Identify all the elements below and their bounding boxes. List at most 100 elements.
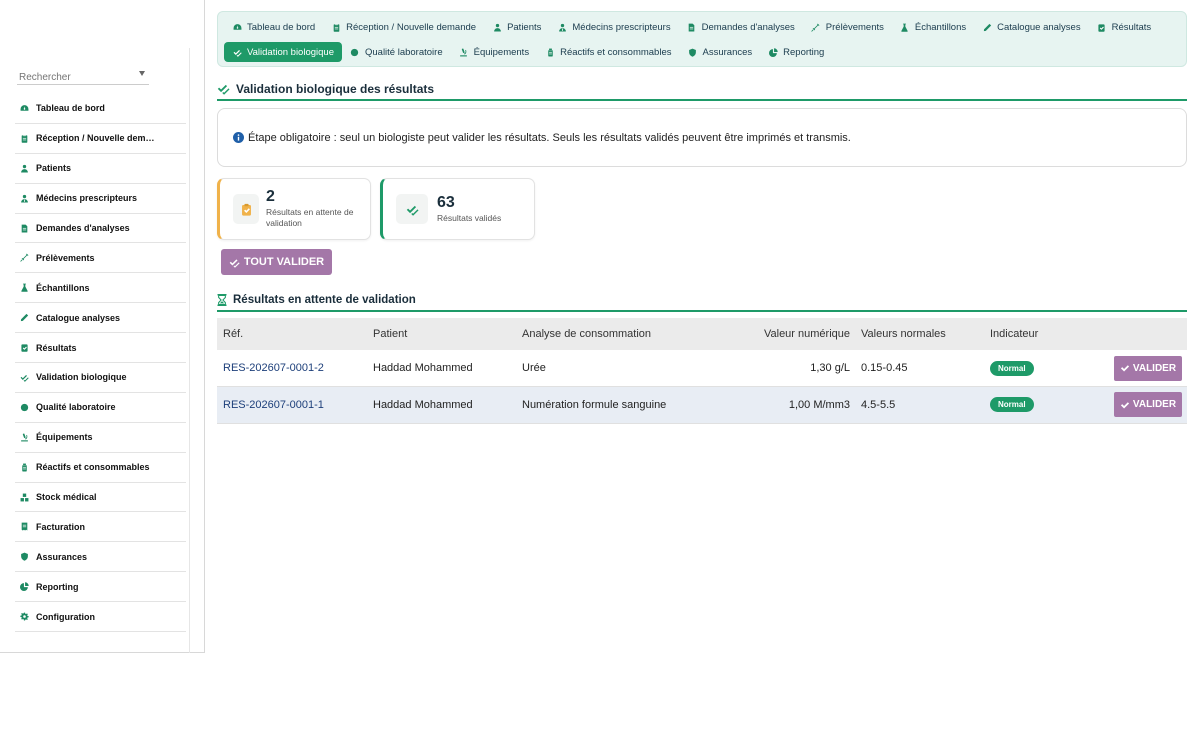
shield-icon bbox=[19, 551, 30, 562]
nav-tab-validation-biologique[interactable]: Validation biologique bbox=[224, 42, 342, 62]
user-icon bbox=[19, 163, 30, 174]
nav-tab-patients[interactable]: Patients bbox=[484, 17, 549, 37]
analyse-cell: Numération formule sanguine bbox=[516, 386, 716, 424]
top-nav-row-1: Tableau de bord Réception / Nouvelle dema… bbox=[224, 16, 1159, 38]
nav-tab-label: Tableau de bord bbox=[247, 21, 316, 33]
nav-tab-label: Validation biologique bbox=[247, 46, 334, 58]
clipboard-check-icon bbox=[233, 194, 259, 224]
action-cell: VALIDER bbox=[1104, 386, 1187, 424]
nav-tab-prelevements[interactable]: Prélèvements bbox=[803, 17, 892, 37]
hourglass-icon bbox=[217, 294, 227, 306]
nav-tab-tableau-de-bord[interactable]: Tableau de bord bbox=[224, 17, 323, 37]
normales-cell: 4.5-5.5 bbox=[855, 386, 984, 424]
nav-tab-reactifs-et-consommables[interactable]: Réactifs et consommables bbox=[537, 42, 679, 62]
indicateur-cell: Normal bbox=[984, 350, 1104, 387]
sidebar-item-label: Configuration bbox=[36, 611, 95, 622]
check-double-icon bbox=[232, 47, 242, 57]
nav-tab-catalogue-analyses[interactable]: Catalogue analyses bbox=[974, 17, 1088, 37]
sidebar-item-reception-nouvelle-dem[interactable]: Réception / Nouvelle dem… bbox=[15, 124, 186, 154]
nav-tab-label: Demandes d'analyses bbox=[701, 21, 795, 33]
nav-tab-label: Prélèvements bbox=[825, 21, 884, 33]
file-icon bbox=[19, 223, 30, 234]
sidebar-item-catalogue-analyses[interactable]: Catalogue analyses bbox=[15, 303, 186, 334]
microscope-icon bbox=[459, 47, 469, 57]
sidebar-item-configuration[interactable]: Configuration bbox=[15, 602, 186, 633]
check-double-icon bbox=[396, 194, 428, 224]
invoice-icon bbox=[19, 521, 30, 532]
pie-chart-icon bbox=[768, 47, 778, 57]
nav-tab-assurances[interactable]: Assurances bbox=[680, 42, 761, 62]
pencil-icon bbox=[19, 312, 30, 323]
validate-row-button[interactable]: VALIDER bbox=[1114, 355, 1182, 381]
sidebar-item-label: Demandes d'analyses bbox=[36, 223, 130, 233]
sidebar-item-label: Résultats bbox=[36, 342, 77, 353]
nav-tab-label: Catalogue analyses bbox=[997, 21, 1081, 33]
sidebar-item-stock-medical[interactable]: Stock médical bbox=[15, 483, 186, 513]
nav-tab-reception-nouvelle-demande[interactable]: Réception / Nouvelle demande bbox=[323, 17, 484, 37]
sidebar-item-reporting[interactable]: Reporting bbox=[15, 572, 186, 603]
sidebar-item-facturation[interactable]: Facturation bbox=[15, 512, 186, 543]
dashboard-icon bbox=[19, 103, 30, 114]
nav-tab-echantillons[interactable]: Échantillons bbox=[892, 17, 974, 37]
nav-tab-equipements[interactable]: Équipements bbox=[451, 42, 537, 62]
sidebar-item-qualite-laboratoire[interactable]: Qualité laboratoire bbox=[15, 393, 186, 423]
valeur-cell: 1,00 M/mm3 bbox=[716, 386, 855, 424]
patient-cell: Haddad Mohammed bbox=[367, 386, 516, 424]
sidebar-item-resultats[interactable]: Résultats bbox=[15, 333, 186, 364]
sidebar-item-label: Tableau de bord bbox=[36, 103, 105, 114]
sidebar-item-medecins-prescripteurs[interactable]: Médecins prescripteurs bbox=[15, 184, 186, 214]
nav-tab-qualite-laboratoire[interactable]: Qualité laboratoire bbox=[342, 42, 451, 62]
sidebar-item-tableau-de-bord[interactable]: Tableau de bord bbox=[15, 94, 186, 124]
table-header-row: Réf. Patient Analyse de consommation Val… bbox=[217, 318, 1187, 350]
flask-icon bbox=[900, 22, 910, 32]
chevron-down-icon[interactable] bbox=[139, 71, 145, 76]
sidebar-item-echantillons[interactable]: Échantillons bbox=[15, 273, 186, 304]
sidebar-item-label: Validation biologique bbox=[36, 372, 127, 383]
sidebar-item-label: Stock médical bbox=[36, 492, 97, 503]
pending-label: Résultats en attente de validation bbox=[266, 207, 354, 228]
search-input[interactable] bbox=[17, 69, 132, 86]
pending-section-title-text: Résultats en attente de validation bbox=[233, 294, 416, 306]
sidebar-item-assurances[interactable]: Assurances bbox=[15, 542, 186, 573]
action-cell: VALIDER bbox=[1104, 350, 1187, 387]
status-badge: Normal bbox=[990, 397, 1034, 413]
nav-tab-label: Échantillons bbox=[914, 21, 967, 33]
check-double-icon bbox=[19, 372, 30, 383]
validate-row-label: VALIDER bbox=[1132, 362, 1177, 374]
nav-tab-resultats[interactable]: Résultats bbox=[1089, 17, 1160, 37]
sidebar-item-patients[interactable]: Patients bbox=[15, 154, 186, 184]
pie-chart-icon bbox=[19, 581, 30, 592]
valeur-cell: 1,30 g/L bbox=[716, 350, 855, 387]
nav-tab-label: Assurances bbox=[702, 46, 753, 58]
doctor-icon bbox=[19, 193, 30, 204]
result-ref-link[interactable]: RES-202607-0001-1 bbox=[223, 399, 324, 411]
validate-row-button[interactable]: VALIDER bbox=[1114, 392, 1182, 418]
syringe-icon bbox=[19, 252, 30, 263]
clipboard-check-icon bbox=[1097, 22, 1107, 32]
validate-all-button[interactable]: TOUT VALIDER bbox=[221, 249, 332, 275]
nav-tab-reporting[interactable]: Reporting bbox=[760, 42, 832, 62]
validate-row-label: VALIDER bbox=[1132, 399, 1177, 411]
sidebar-item-label: Réception / Nouvelle dem… bbox=[36, 133, 155, 144]
sidebar-item-prelevements[interactable]: Prélèvements bbox=[15, 243, 186, 274]
sidebar-item-reactifs-et-consommables[interactable]: Réactifs et consommables bbox=[15, 453, 186, 483]
sidebar-item-validation-biologique[interactable]: Validation biologique bbox=[15, 363, 186, 393]
nav-tab-label: Médecins prescripteurs bbox=[572, 21, 671, 33]
sidebar-menu: Tableau de bord Réception / Nouvelle dem…… bbox=[15, 94, 186, 633]
result-ref-link[interactable]: RES-202607-0001-2 bbox=[223, 362, 324, 374]
nav-tab-demandes-d-analyses[interactable]: Demandes d'analyses bbox=[679, 17, 803, 37]
sidebar-item-demandes-d-analyses[interactable]: Demandes d'analyses bbox=[15, 214, 186, 244]
nav-tab-label: Qualité laboratoire bbox=[364, 46, 443, 58]
normales-cell: 0.15-0.45 bbox=[855, 350, 984, 387]
gear-icon bbox=[19, 611, 30, 622]
sidebar-search[interactable] bbox=[17, 67, 149, 86]
column-header-valeur: Valeur numérique bbox=[716, 318, 855, 350]
sidebar-item-label: Médecins prescripteurs bbox=[36, 193, 138, 204]
file-icon bbox=[687, 22, 697, 32]
circle-icon bbox=[19, 402, 30, 413]
sidebar-item-label: Facturation bbox=[36, 521, 86, 532]
column-header-analyse: Analyse de consommation bbox=[516, 318, 716, 350]
check-double-icon bbox=[217, 82, 230, 95]
sidebar-item-equipements[interactable]: Équipements bbox=[15, 423, 186, 453]
nav-tab-medecins-prescripteurs[interactable]: Médecins prescripteurs bbox=[549, 17, 678, 37]
